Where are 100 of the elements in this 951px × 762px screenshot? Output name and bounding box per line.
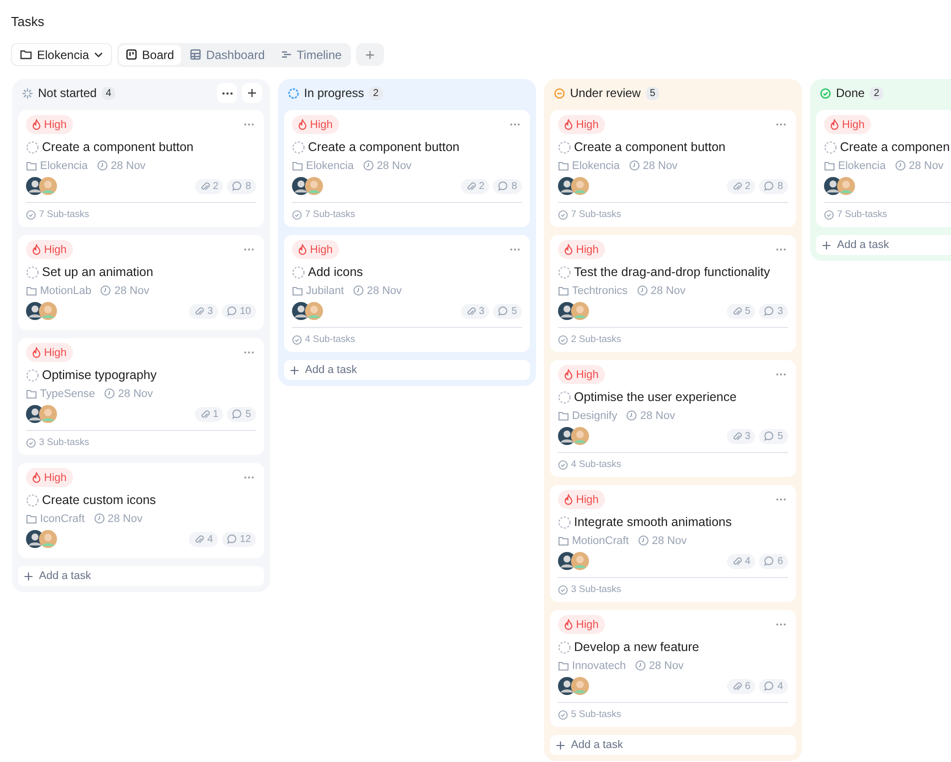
clock-icon — [638, 535, 649, 546]
more-icon[interactable] — [510, 248, 520, 251]
folder-icon — [20, 49, 32, 60]
checkbox-circle-icon[interactable] — [26, 266, 39, 278]
more-icon[interactable] — [776, 248, 786, 251]
folder-icon — [26, 286, 37, 296]
board-icon — [126, 49, 138, 60]
check-circle-icon — [292, 334, 302, 344]
project-name: MotionCraft — [572, 534, 629, 546]
project-name: Elokencia — [572, 160, 620, 172]
task-title: Test the drag-and-drop functionality — [574, 265, 770, 279]
flame-icon — [564, 244, 573, 255]
comment-icon — [764, 681, 774, 691]
subtask-count: 7 Sub-tasks — [837, 209, 888, 220]
check-circle-icon — [26, 210, 36, 220]
avatar — [571, 177, 589, 195]
task-card[interactable]: High Create a component button Elokencia 28 Nov 2 8 7 Sub-tasks — [550, 110, 796, 227]
flame-icon — [564, 369, 573, 380]
more-icon[interactable] — [244, 351, 254, 354]
attachment-count: 2 — [726, 178, 756, 194]
checkbox-circle-icon[interactable] — [824, 140, 837, 154]
clock-icon — [100, 285, 112, 296]
flame-icon — [564, 619, 573, 630]
flame-icon — [32, 347, 41, 358]
add-task-button[interactable]: Add a task — [284, 360, 530, 380]
subtask-count: 7 Sub-tasks — [571, 209, 622, 220]
add-task-button[interactable]: Add a task — [550, 735, 796, 755]
task-card[interactable]: High Optimise the user experience Designify 28 Nov 3 5 4 Sub-tasks — [550, 360, 796, 477]
more-icon[interactable] — [510, 123, 520, 126]
task-card[interactable]: High Add icons Jubilant 28 Nov 3 5 4 Sub-tasks — [284, 235, 530, 352]
add-view-button[interactable] — [356, 43, 384, 66]
flame-icon — [32, 472, 41, 483]
priority-tag: High — [558, 615, 605, 634]
task-card[interactable]: High Create custom icons IconCraft 28 Nov 4 12 — [18, 463, 264, 558]
add-button[interactable] — [242, 83, 262, 103]
subtask-count: 5 Sub-tasks — [571, 709, 622, 720]
project-name: IconCraft — [40, 512, 85, 524]
task-title: Develop a new feature — [574, 640, 700, 654]
project-name: Techtronics — [572, 284, 628, 296]
plus-icon — [364, 50, 375, 60]
count-badge: 2 — [870, 86, 884, 100]
more-icon[interactable] — [776, 123, 786, 126]
flame-icon — [564, 119, 573, 130]
task-card[interactable]: High Optimise typography TypeSense 28 Nov 1 5 3 Sub-tasks — [18, 338, 264, 455]
more-icon[interactable] — [244, 476, 254, 479]
checkbox-circle-icon[interactable] — [26, 368, 39, 382]
attachment-count: 6 — [726, 678, 756, 694]
more-button[interactable] — [217, 83, 237, 103]
column-title: Under review — [570, 86, 641, 100]
checkbox-circle-icon[interactable] — [292, 140, 305, 154]
task-card[interactable]: High Create a componen Elokencia 28 Nov 7 Sub-tasks — [816, 110, 951, 227]
checkbox-circle-icon[interactable] — [26, 140, 39, 154]
checkbox-circle-icon[interactable] — [558, 140, 571, 154]
checkbox-circle-icon[interactable] — [558, 516, 571, 528]
task-card[interactable]: High Create a component button Elokencia 28 Nov 2 8 7 Sub-tasks — [284, 110, 530, 227]
priority-tag: High — [558, 365, 605, 384]
task-title: Add icons — [308, 265, 363, 279]
checkbox-circle-icon[interactable] — [26, 494, 39, 506]
comment-count: 12 — [222, 532, 256, 546]
folder-icon — [26, 514, 37, 524]
more-icon[interactable] — [776, 498, 786, 501]
task-card[interactable]: High Create a component button Elokencia 28 Nov 2 8 7 Sub-tasks — [18, 110, 264, 227]
more-icon[interactable] — [244, 248, 254, 251]
timeline-icon — [280, 50, 292, 59]
checkbox-circle-icon[interactable] — [558, 640, 571, 654]
comment-count: 5 — [493, 304, 522, 318]
more-icon[interactable] — [776, 623, 786, 626]
project-dropdown[interactable]: Elokencia — [11, 43, 112, 66]
priority-tag: High — [26, 240, 73, 259]
comment-count: 6 — [759, 554, 788, 568]
task-card[interactable]: High Test the drag-and-drop functionality Techtronics 28 Nov 5 3 2 Sub-tasks — [550, 235, 796, 352]
due-date: 28 Nov — [640, 410, 676, 422]
task-card[interactable]: High Integrate smooth animations MotionCraft 28 Nov 4 6 3 Sub-tasks — [550, 485, 796, 602]
priority-tag: High — [558, 240, 605, 259]
more-icon[interactable] — [776, 373, 786, 376]
view-tab[interactable]: Timeline — [274, 44, 349, 64]
subtask-count: 4 Sub-tasks — [571, 459, 622, 470]
attachment-count: 3 — [460, 304, 490, 318]
view-tab[interactable]: Board — [119, 44, 182, 64]
chevron-down-icon — [94, 52, 104, 58]
comment-count: 3 — [759, 304, 788, 318]
paperclip-icon — [466, 180, 476, 192]
flame-icon — [298, 119, 307, 130]
checkbox-circle-icon[interactable] — [292, 266, 305, 278]
add-task-button[interactable]: Add a task — [816, 235, 951, 255]
task-card[interactable]: High Set up an animation MotionLab 28 Nov 3 10 — [18, 235, 264, 330]
attachment-count: 1 — [194, 406, 224, 422]
more-icon[interactable] — [244, 123, 254, 126]
check-circle-icon — [292, 210, 302, 220]
add-task-button[interactable]: Add a task — [18, 566, 264, 586]
comment-icon — [764, 181, 774, 191]
paperclip-icon — [200, 180, 210, 192]
checkbox-circle-icon[interactable] — [558, 266, 571, 278]
checkbox-circle-icon[interactable] — [558, 390, 571, 404]
priority-tag: High — [558, 490, 605, 509]
task-card[interactable]: High Develop a new feature Innovatech 28 Nov 6 4 5 Sub-tasks — [550, 610, 796, 727]
view-tab[interactable]: Dashboard — [183, 44, 272, 64]
paperclip-icon — [732, 306, 742, 316]
subtask-count: 3 Sub-tasks — [39, 437, 90, 448]
attachment-count: 4 — [726, 554, 756, 568]
